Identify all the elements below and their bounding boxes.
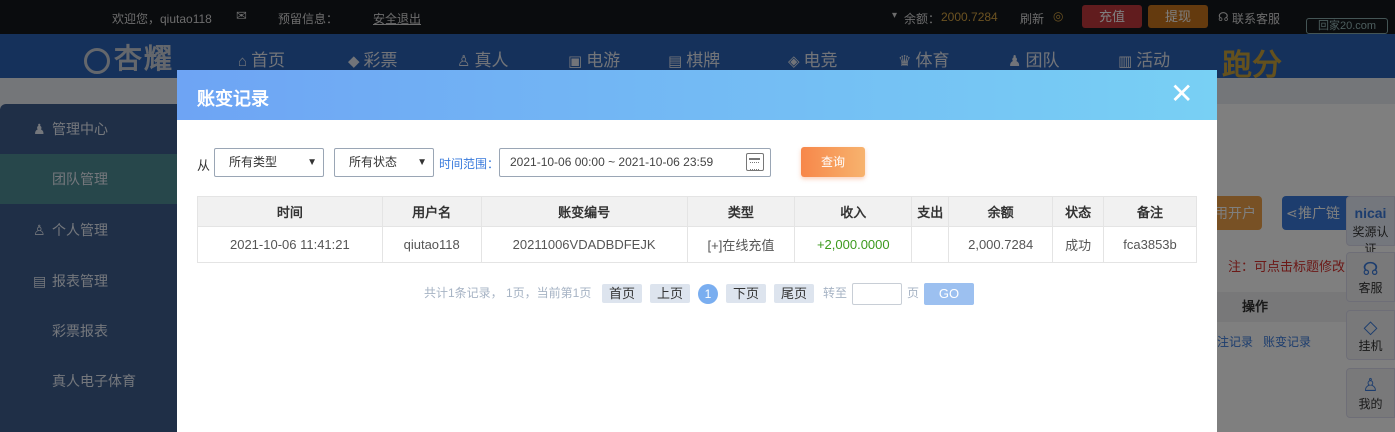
first-page-button[interactable]: 首页 bbox=[602, 284, 642, 303]
close-icon[interactable]: ✕ bbox=[1170, 79, 1193, 109]
date-range-value: 2021-10-06 00:00 ~ 2021-10-06 23:59 bbox=[510, 155, 714, 169]
calendar-icon[interactable] bbox=[746, 153, 764, 171]
query-button[interactable]: 查询 bbox=[801, 147, 865, 177]
prev-page-button[interactable]: 上页 bbox=[650, 284, 690, 303]
account-change-modal: 账变记录 ✕ 从 所有类型 ▼ 所有状态 ▼ 时间范围： 2021-10-06 00… bbox=[177, 70, 1217, 432]
column-header: 账变编号 bbox=[480, 196, 688, 227]
type-select-value: 所有类型 bbox=[229, 155, 278, 169]
cell-income: +2,000.0000 bbox=[794, 226, 913, 263]
page-unit-label: 页 bbox=[907, 286, 920, 300]
cell-username: qiutao118 bbox=[381, 226, 482, 263]
current-page[interactable]: 1 bbox=[698, 284, 718, 304]
chevron-down-icon: ▼ bbox=[417, 157, 427, 168]
cell-remark: fca3853b bbox=[1103, 226, 1197, 263]
modal-title: 账变记录 bbox=[197, 89, 269, 109]
column-header: 备注 bbox=[1103, 196, 1197, 227]
from-label: 从 bbox=[197, 158, 211, 173]
modal-header: 账变记录 ✕ bbox=[177, 70, 1217, 120]
column-header: 状态 bbox=[1052, 196, 1105, 227]
records-table: 时间 用户名 账变编号 类型 收入 支出 余额 状态 备注 2021-10-06… bbox=[197, 196, 1197, 263]
type-select[interactable]: 所有类型 ▼ bbox=[214, 148, 324, 177]
cell-expense bbox=[911, 226, 950, 263]
go-button[interactable]: GO bbox=[924, 283, 974, 305]
cell-status: 成功 bbox=[1052, 226, 1105, 263]
page-number-input[interactable] bbox=[852, 283, 902, 305]
time-range-label: 时间范围： bbox=[439, 157, 500, 171]
chevron-down-icon: ▼ bbox=[307, 157, 317, 168]
cell-time: 2021-10-06 11:41:21 bbox=[197, 226, 383, 263]
goto-label: 转至 bbox=[823, 286, 848, 300]
column-header: 时间 bbox=[197, 196, 383, 227]
status-select-value: 所有状态 bbox=[349, 155, 398, 169]
table-header-row: 时间 用户名 账变编号 类型 收入 支出 余额 状态 备注 bbox=[197, 196, 1197, 227]
cell-change-id: 20211006VDADBDFEJK bbox=[480, 226, 688, 263]
date-range-input[interactable]: 2021-10-06 00:00 ~ 2021-10-06 23:59 bbox=[499, 148, 771, 177]
column-header: 支出 bbox=[911, 196, 950, 227]
column-header: 类型 bbox=[686, 196, 796, 227]
column-header: 收入 bbox=[794, 196, 913, 227]
cell-balance: 2,000.7284 bbox=[948, 226, 1054, 263]
table-row: 2021-10-06 11:41:21 qiutao118 20211006VD… bbox=[197, 226, 1197, 263]
cell-type: [+]在线充值 bbox=[686, 226, 796, 263]
column-header: 余额 bbox=[948, 196, 1054, 227]
last-page-button[interactable]: 尾页 bbox=[774, 284, 814, 303]
pager-summary: 共计1条记录， 1页，当前第1页 bbox=[424, 286, 592, 300]
column-header: 用户名 bbox=[381, 196, 482, 227]
next-page-button[interactable]: 下页 bbox=[726, 284, 766, 303]
status-select[interactable]: 所有状态 ▼ bbox=[334, 148, 434, 177]
